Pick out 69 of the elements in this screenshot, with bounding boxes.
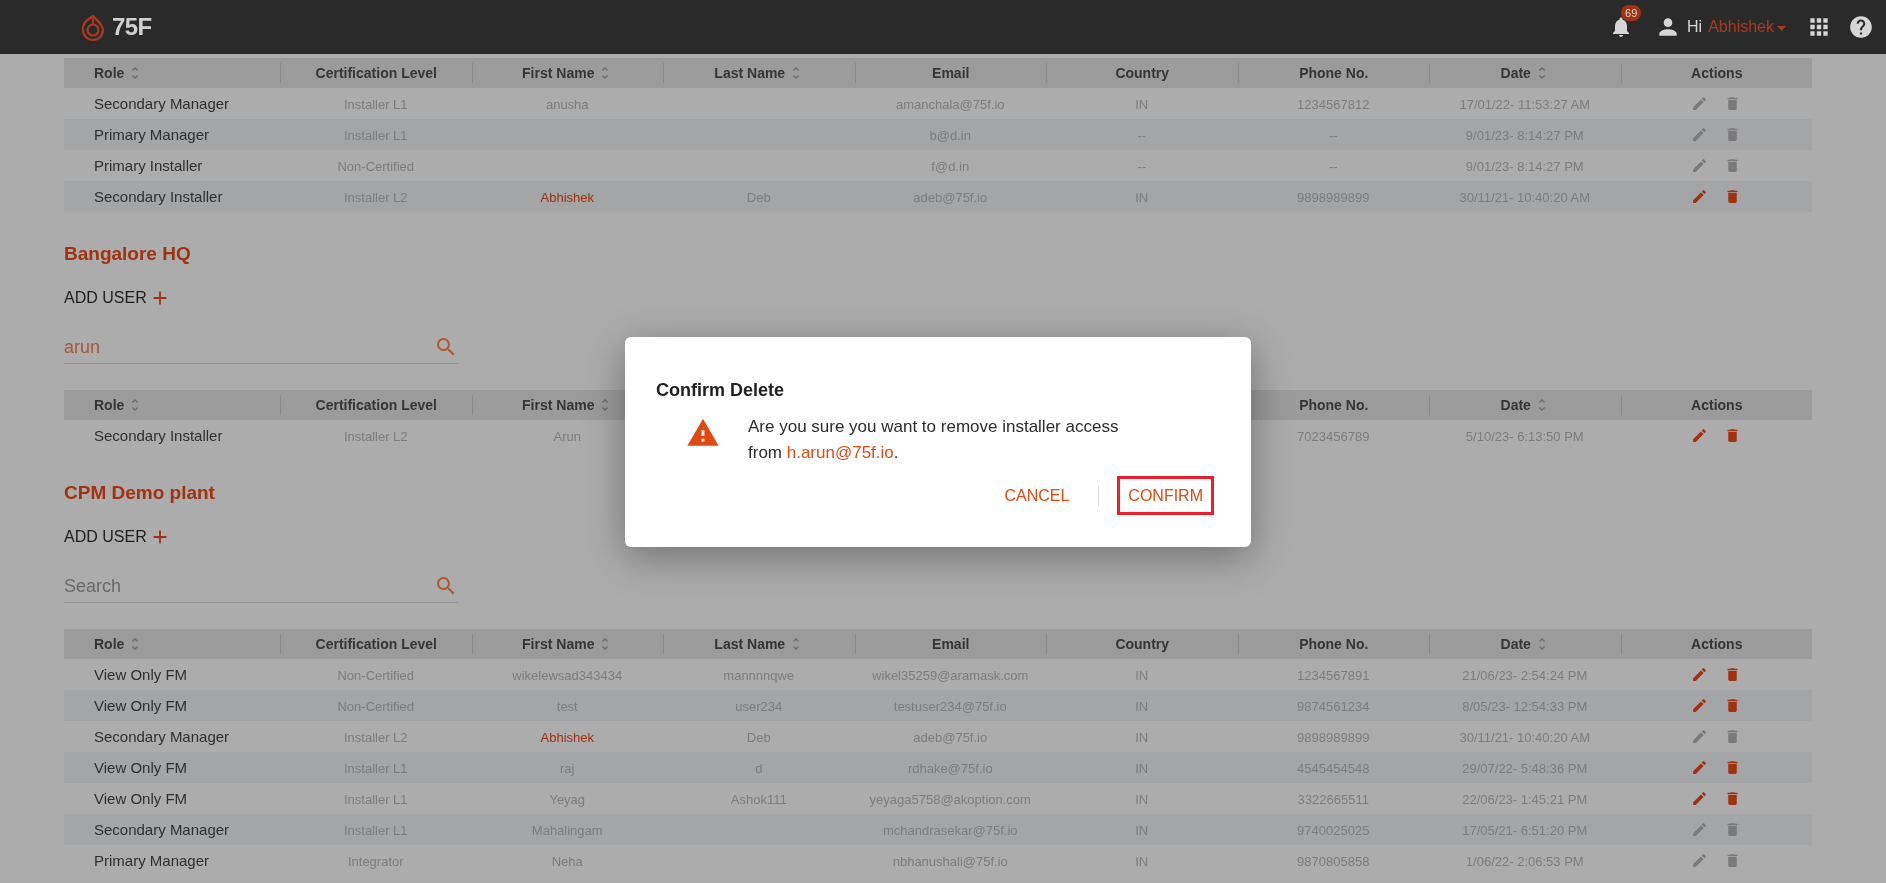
table-cell: Primary Manager — [94, 125, 210, 143]
add-user-button[interactable]: ADD USER — [64, 525, 171, 549]
column-header: Phone No. — [1299, 63, 1369, 83]
column-header[interactable]: Role — [94, 633, 144, 655]
column-header: Actions — [1691, 634, 1743, 654]
table-cell: Secondary Manager — [94, 820, 230, 838]
user-menu[interactable]: Abhishek — [1708, 15, 1786, 39]
column-header: Actions — [1691, 395, 1743, 415]
table-cell: Secondary Manager — [94, 94, 230, 112]
table-cell: Primary Installer — [94, 156, 203, 174]
column-header[interactable]: Role — [94, 62, 144, 84]
edit-icon[interactable] — [1691, 95, 1709, 112]
edit-icon[interactable] — [1691, 188, 1709, 205]
table-cell: -- — [1328, 127, 1338, 143]
edit-icon[interactable] — [1691, 666, 1709, 683]
column-header[interactable]: Last Name — [714, 62, 805, 84]
table-cell: Secondary Manager — [94, 727, 230, 745]
edit-icon[interactable] — [1691, 427, 1709, 444]
column-header: Country — [1115, 634, 1170, 654]
edit-icon[interactable] — [1691, 157, 1709, 174]
section-title: Bangalore HQ — [64, 242, 191, 264]
table-cell: -- — [1137, 158, 1147, 174]
add-user-button[interactable]: ADD USER — [64, 286, 171, 310]
help-icon[interactable] — [1848, 14, 1874, 40]
edit-icon[interactable] — [1691, 852, 1709, 869]
column-header: Phone No. — [1299, 395, 1369, 415]
column-header: Country — [1115, 63, 1170, 83]
table-cell: Secondary Installer — [94, 187, 223, 205]
column-header: Certification Level — [315, 395, 437, 415]
column-header: Email — [932, 634, 970, 654]
email-link[interactable]: h.arun@75f.io — [786, 443, 894, 462]
dialog-message: Are you sure you want to remove installer access from h.arun@75f.io. — [748, 416, 1120, 464]
notification-badge: 69 — [1621, 5, 1642, 21]
edit-icon[interactable] — [1691, 697, 1709, 714]
column-header[interactable]: Date — [1500, 62, 1550, 84]
column-header[interactable]: Date — [1500, 633, 1550, 655]
table-cell: View Only FM — [94, 789, 188, 807]
column-header[interactable]: First Name — [522, 394, 614, 416]
edit-icon[interactable] — [1691, 728, 1709, 745]
table-cell: View Only FM — [94, 665, 188, 683]
column-header: Email — [932, 63, 970, 83]
table-cell: Secondary Installer — [94, 426, 223, 444]
section-title: CPM Demo plant — [64, 481, 215, 503]
column-header: Actions — [1691, 63, 1743, 83]
edit-icon[interactable] — [1691, 126, 1709, 143]
column-header: Certification Level — [315, 63, 437, 83]
caret-icon — [1777, 26, 1786, 31]
dialog-button[interactable]: CONFIRM — [1117, 476, 1214, 515]
edit-icon[interactable] — [1691, 790, 1709, 807]
dialog-button[interactable]: CANCEL — [993, 476, 1081, 515]
table-cell: View Only FM — [94, 758, 188, 776]
greeting: Hi — [1687, 17, 1703, 37]
edit-icon[interactable] — [1691, 759, 1709, 776]
column-header[interactable]: Last Name — [714, 633, 805, 655]
table-cell: -- — [1137, 127, 1147, 143]
column-header: Phone No. — [1299, 634, 1369, 654]
table-cell: Primary Manager — [94, 851, 210, 869]
edit-icon[interactable] — [1691, 821, 1709, 838]
column-header[interactable]: Role — [94, 394, 144, 416]
dialog-title: Confirm Delete — [656, 379, 786, 402]
column-header[interactable]: First Name — [522, 62, 614, 84]
column-header: Certification Level — [315, 634, 437, 654]
table-cell: Abhishek — [540, 189, 594, 205]
table-cell: -- — [1328, 158, 1338, 174]
table-cell: View Only FM — [94, 696, 188, 714]
column-header[interactable]: Date — [1500, 394, 1550, 416]
table-cell: Abhishek — [540, 729, 594, 745]
column-header[interactable]: First Name — [522, 633, 614, 655]
logo-text: 75F — [112, 12, 152, 42]
